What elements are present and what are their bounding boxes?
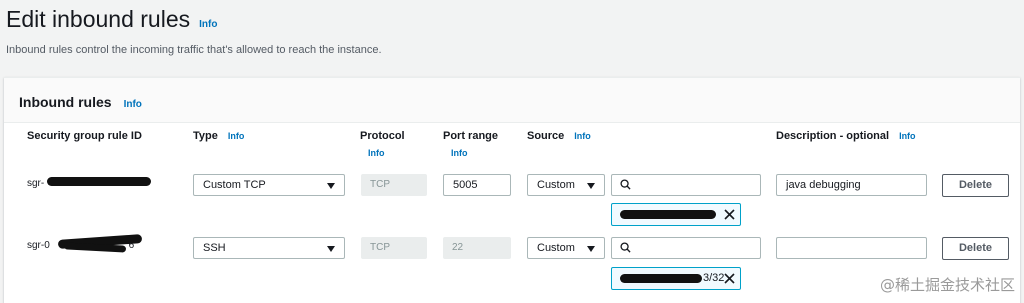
title-info-link[interactable]: Info [199, 19, 217, 30]
type-select-1-value: Custom TCP [203, 179, 266, 191]
delete-rule-button-1[interactable]: Delete [942, 174, 1009, 197]
description-input-2[interactable] [776, 237, 927, 259]
source-token-1 [611, 203, 741, 226]
col-header-type: Type Info [193, 130, 244, 142]
col-header-source-label: Source [527, 130, 565, 142]
protocol-field-1: TCP [361, 174, 427, 196]
close-icon[interactable] [724, 209, 735, 220]
description-info-link[interactable]: Info [899, 131, 916, 141]
rule-id-1-prefix: sgr- [27, 178, 45, 189]
redaction-source-2 [620, 274, 702, 283]
protocol-info-link[interactable]: Info [368, 148, 385, 158]
source-type-select-1-value: Custom [537, 179, 575, 191]
port-range-info-link[interactable]: Info [451, 148, 468, 158]
redaction-source-1 [620, 210, 716, 219]
source-search-input-2[interactable] [611, 237, 761, 259]
col-header-rule-id: Security group rule ID [27, 130, 142, 142]
search-icon [620, 179, 631, 190]
search-icon [620, 242, 631, 253]
panel-header [4, 78, 1020, 123]
chevron-down-icon [587, 246, 595, 252]
inbound-rules-panel: Inbound rules Info Security group rule I… [4, 77, 1020, 303]
source-type-select-1[interactable]: Custom [527, 174, 605, 196]
chevron-down-icon [327, 246, 335, 252]
port-range-input-1[interactable]: 5005 [443, 174, 511, 196]
watermark: @稀土掘金技术社区 [879, 276, 1015, 294]
source-search-input-1[interactable] [611, 174, 761, 196]
col-header-protocol: Protocol [360, 130, 405, 142]
col-header-description: Description - optional Info [776, 130, 916, 142]
col-header-source: Source Info [527, 130, 591, 142]
col-header-port-range: Port range [443, 130, 499, 142]
rule-id-1: sgr- [27, 178, 44, 189]
source-token-2-suffix: 3/32 [703, 272, 725, 284]
page-title-text: Edit inbound rules [6, 6, 191, 32]
source-type-select-2-value: Custom [537, 242, 575, 254]
redaction-rule-id-1 [47, 177, 151, 186]
type-select-2-value: SSH [203, 242, 226, 254]
panel-info-link[interactable]: Info [124, 99, 142, 110]
port-range-field-2: 22 [443, 237, 511, 259]
type-select-2[interactable]: SSH [193, 237, 345, 259]
chevron-down-icon [327, 183, 335, 189]
panel-title-text: Inbound rules [19, 94, 112, 110]
col-header-type-label: Type [193, 130, 218, 142]
rule-id-2-prefix: sgr-0 [27, 240, 50, 251]
delete-rule-button-2[interactable]: Delete [942, 237, 1009, 260]
chevron-down-icon [587, 183, 595, 189]
source-type-select-2[interactable]: Custom [527, 237, 605, 259]
source-token-2: 3/32 [611, 267, 741, 290]
type-select-1[interactable]: Custom TCP [193, 174, 345, 196]
close-icon[interactable] [724, 273, 735, 284]
page-description: Inbound rules control the incoming traff… [6, 44, 382, 56]
page-title: Edit inbound rules Info [6, 6, 217, 33]
description-input-1[interactable]: java debugging [776, 174, 927, 196]
source-info-link[interactable]: Info [574, 131, 591, 141]
type-info-link[interactable]: Info [228, 131, 245, 141]
panel-title: Inbound rules Info [19, 94, 142, 110]
protocol-field-2: TCP [361, 237, 427, 259]
col-header-description-label: Description - optional [776, 130, 890, 142]
